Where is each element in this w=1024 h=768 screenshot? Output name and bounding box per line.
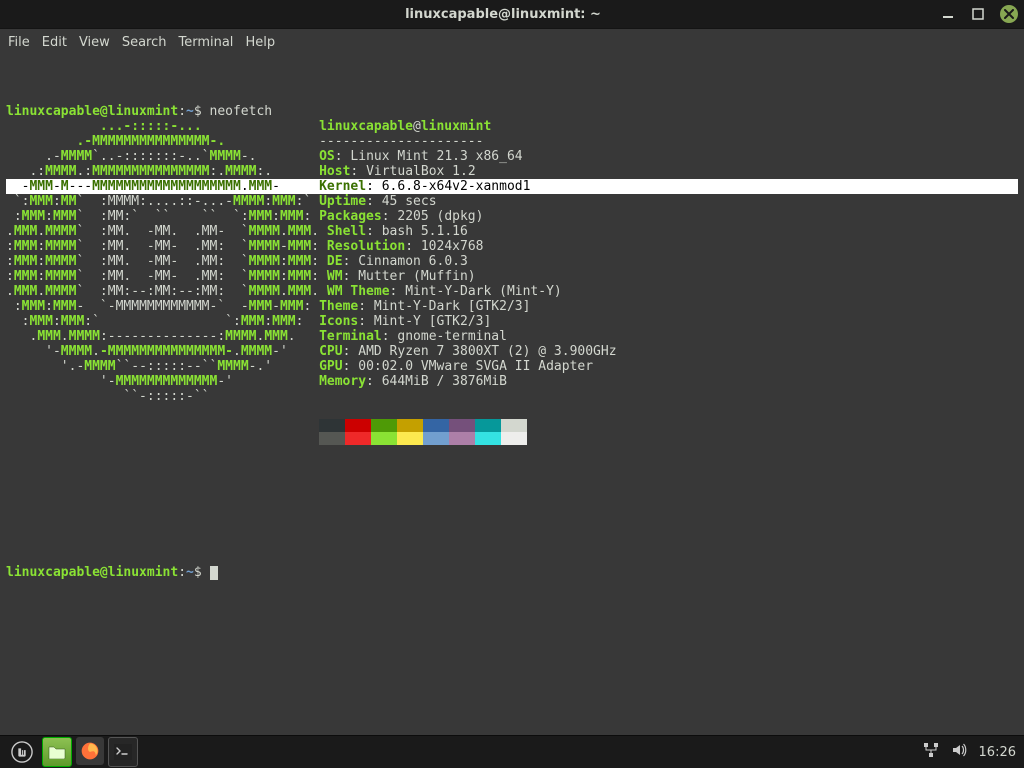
terminal-viewport[interactable]: linuxcapable@linuxmint:~$ neofetch ...-:… [0,55,1024,743]
tray-network-icon[interactable] [923,742,939,762]
menu-search[interactable]: Search [122,35,167,50]
window-titlebar: linuxcapable@linuxmint: ~ [0,0,1024,29]
menu-terminal[interactable]: Terminal [178,35,233,50]
cursor [210,566,218,580]
taskbar-terminal-icon[interactable] [108,737,138,767]
close-button[interactable] [1000,5,1018,23]
minimize-button[interactable] [940,6,956,22]
menu-file[interactable]: File [8,35,30,50]
start-menu-button[interactable] [8,738,36,766]
taskbar: 16:26 [0,735,1024,768]
terminal-output: linuxcapable@linuxmint:~$ neofetch ...-:… [6,104,1018,445]
prompt-line: linuxcapable@linuxmint:~$ [6,565,1018,580]
taskbar-firefox-icon[interactable] [76,737,104,765]
color-palette-row [319,432,1018,445]
menu-view[interactable]: View [79,35,110,50]
menu-edit[interactable]: Edit [42,35,67,50]
taskbar-files-icon[interactable] [42,737,72,767]
tray-volume-icon[interactable] [951,742,967,762]
window-title: linuxcapable@linuxmint: ~ [66,7,940,22]
color-palette-row [319,419,1018,432]
menu-help[interactable]: Help [245,35,275,50]
menubar: File Edit View Search Terminal Help [0,29,1024,55]
maximize-button[interactable] [970,6,986,22]
tray-clock[interactable]: 16:26 [979,745,1016,760]
